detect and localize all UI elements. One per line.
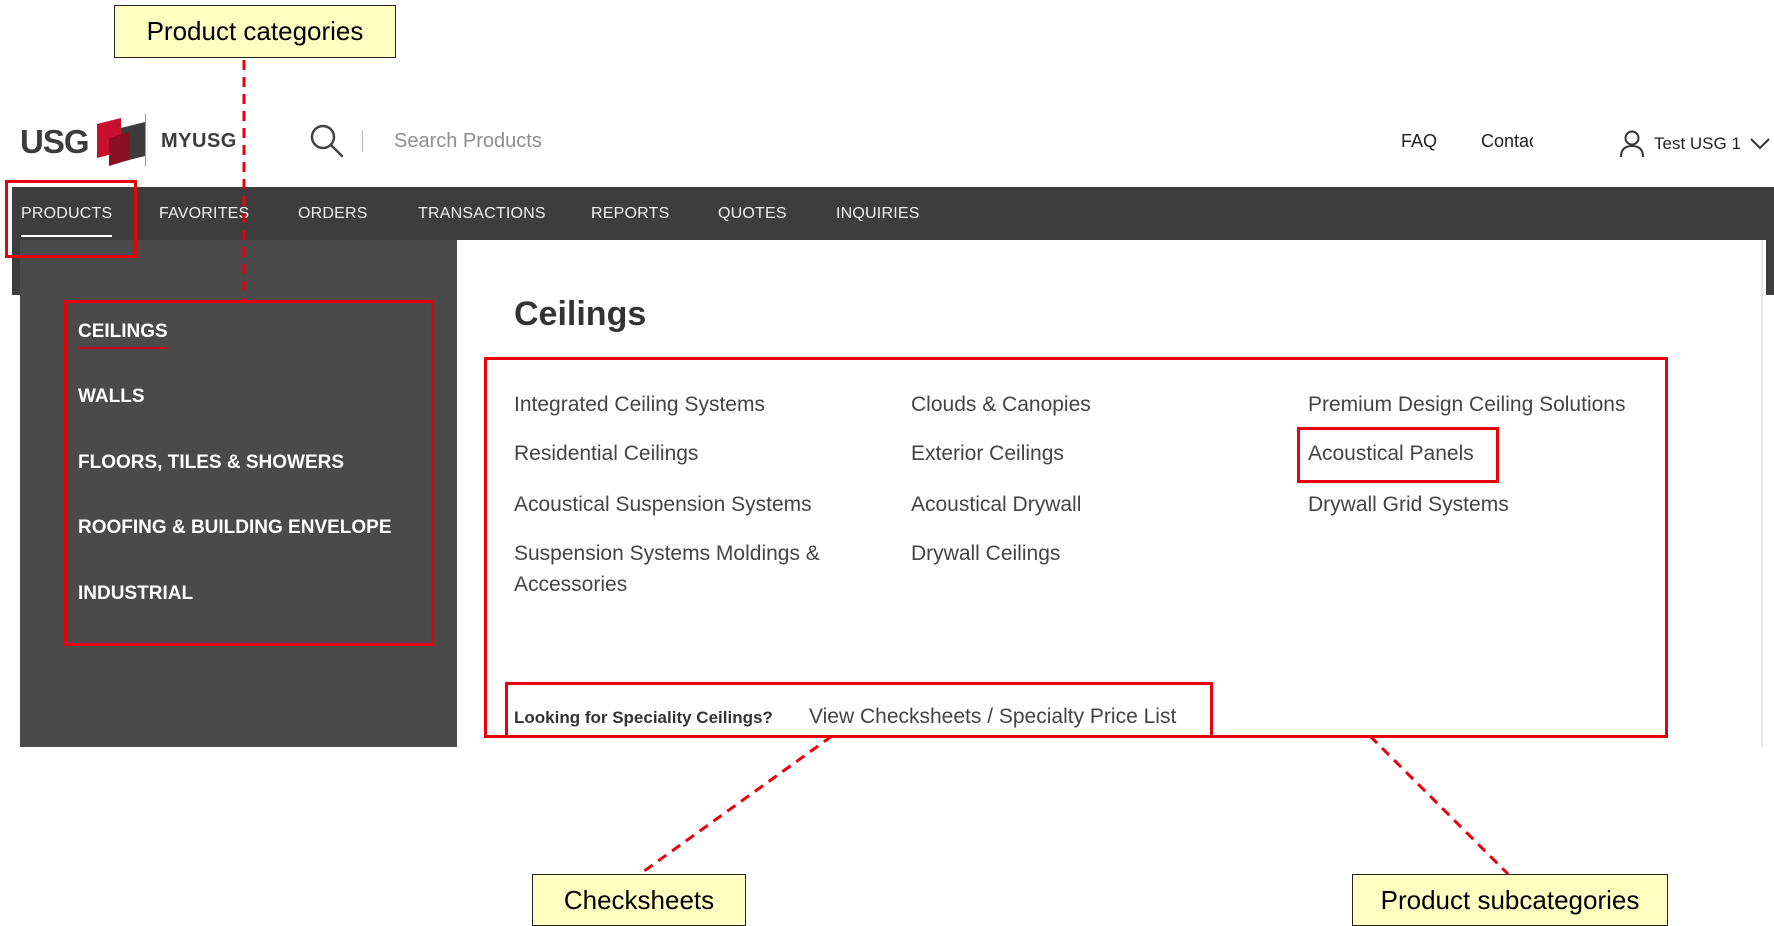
nav-edge-right — [1766, 240, 1774, 295]
main-nav: PRODUCTS FAVORITES ORDERS TRANSACTIONS R… — [12, 187, 1774, 240]
chevron-down-icon — [1750, 138, 1770, 150]
category-industrial[interactable]: INDUSTRIAL — [78, 583, 193, 605]
specialty-question: Looking for Speciality Ceilings? — [514, 708, 773, 727]
subcategory-link[interactable]: Clouds & Canopies — [911, 389, 1251, 420]
user-name: Test USG 1 — [1654, 134, 1741, 153]
category-roofing[interactable]: ROOFING & BUILDING ENVELOPE — [78, 517, 392, 539]
search-input[interactable] — [394, 124, 694, 158]
subcategory-link[interactable]: Acoustical Suspension Systems — [514, 489, 854, 520]
subcategory-link[interactable]: Acoustical Drywall — [911, 489, 1251, 520]
nav-quotes[interactable]: QUOTES — [718, 205, 787, 223]
nav-edge-left — [12, 240, 20, 295]
search-divider — [362, 130, 363, 152]
callout-product-categories: Product categories — [114, 5, 396, 58]
myusg-label: MYUSG — [161, 130, 237, 152]
user-menu[interactable]: Test USG 1 — [1620, 130, 1771, 158]
logo-divider — [145, 114, 146, 166]
contact-link[interactable]: Contact — [1481, 131, 1533, 152]
subcategory-link[interactable]: Exterior Ceilings — [911, 438, 1251, 469]
faq-link[interactable]: FAQ — [1401, 131, 1437, 152]
category-floors[interactable]: FLOORS, TILES & SHOWERS — [78, 452, 344, 474]
subcategory-panel: Ceilings Integrated Ceiling Systems Resi… — [457, 240, 1763, 747]
subcategory-link[interactable]: Drywall Grid Systems — [1308, 489, 1648, 520]
logo-mark-icon — [96, 118, 145, 166]
nav-inquiries[interactable]: INQUIRIES — [836, 205, 920, 223]
subcategory-link[interactable]: Suspension Systems Moldings & Accessorie… — [514, 538, 844, 600]
subcategory-link[interactable]: Integrated Ceiling Systems — [514, 389, 854, 420]
callout-checksheets: Checksheets — [532, 874, 746, 926]
subcategory-link[interactable]: Residential Ceilings — [514, 438, 854, 469]
nav-orders[interactable]: ORDERS — [298, 205, 368, 223]
category-ceilings[interactable]: CEILINGS — [78, 321, 168, 349]
logo-text: USG — [20, 123, 90, 160]
nav-favorites[interactable]: FAVORITES — [159, 205, 249, 223]
nav-products[interactable]: PRODUCTS — [21, 205, 113, 237]
search-icon[interactable] — [308, 122, 344, 158]
nav-reports[interactable]: REPORTS — [591, 205, 669, 223]
site-header: USG MYUSG FAQ Contact Test USG 1 — [0, 100, 1774, 186]
subcategory-link[interactable]: Premium Design Ceiling Solutions — [1308, 389, 1668, 420]
category-walls[interactable]: WALLS — [78, 386, 145, 408]
subcategory-link[interactable]: Drywall Ceilings — [911, 538, 1251, 569]
panel-title: Ceilings — [514, 295, 647, 333]
callout-product-subcategories: Product subcategories — [1352, 874, 1668, 926]
usg-logo[interactable]: USG — [20, 118, 147, 166]
nav-transactions[interactable]: TRANSACTIONS — [418, 205, 546, 223]
specialty-checksheets-link[interactable]: View Checksheets / Specialty Price List — [809, 705, 1176, 729]
subcategory-link-acoustical-panels[interactable]: Acoustical Panels — [1308, 438, 1648, 469]
user-icon — [1620, 130, 1644, 158]
category-menu: CEILINGS WALLS FLOORS, TILES & SHOWERS R… — [20, 240, 457, 747]
